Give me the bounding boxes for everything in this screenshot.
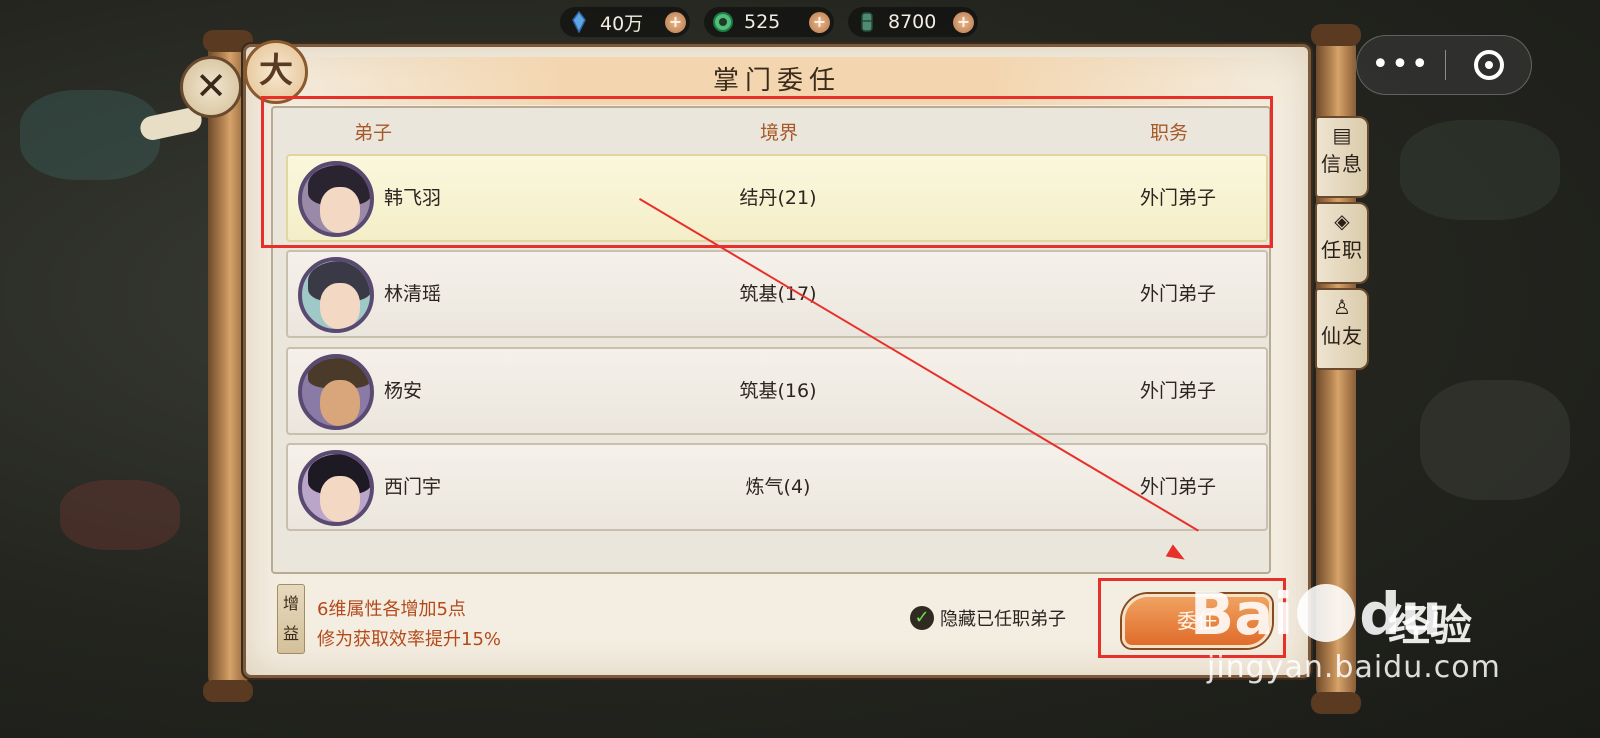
disciple-row[interactable]: 杨安 筑基(16) 外门弟子 — [286, 347, 1268, 435]
checkbox-checked-icon[interactable]: ✓ — [910, 606, 934, 630]
scroll-cap — [203, 680, 253, 702]
disciple-realm: 炼气(4) — [745, 476, 811, 498]
disciple-realm: 筑基(16) — [739, 380, 817, 402]
disciple-duty: 外门弟子 — [1139, 380, 1216, 402]
close-miniprogram-button[interactable] — [1446, 50, 1531, 80]
bg-hill — [1420, 380, 1570, 500]
disciple-row[interactable]: 林清瑶 筑基(17) 外门弟子 — [286, 250, 1268, 338]
resource-jade: 525 + — [704, 7, 834, 37]
tab-info[interactable]: ▤ 信息 — [1315, 116, 1369, 198]
bamboo-wood-icon — [861, 12, 873, 32]
tab-info-label: 信息 — [1321, 152, 1363, 176]
avatar — [298, 354, 374, 430]
spirit-stone-value: 40万 — [600, 12, 644, 35]
bg-tree — [1400, 120, 1560, 220]
disciple-name: 林清瑶 — [384, 283, 442, 305]
add-spirit-stone-button[interactable]: + — [665, 12, 686, 33]
bg-tree — [20, 90, 160, 180]
watermark-url: jingyan.baidu.com — [1207, 650, 1501, 685]
bonus-tag-top: 增 — [282, 594, 299, 613]
add-wood-button[interactable]: + — [953, 12, 974, 33]
resource-wood: 8700 + — [848, 7, 978, 37]
bonus-tag: 增 益 — [277, 584, 305, 654]
avatar-face — [320, 283, 360, 329]
tag-icon: ◈ — [1334, 209, 1350, 233]
disciple-duty: 外门弟子 — [1139, 283, 1216, 305]
spirit-stone-icon — [572, 11, 586, 33]
resource-spirit-stone: 40万 + — [560, 7, 690, 37]
hide-appointed-toggle[interactable]: ✓ 隐藏已任职弟子 — [910, 605, 1066, 631]
avatar-face — [320, 476, 360, 522]
add-jade-button[interactable]: + — [809, 12, 830, 33]
wood-value: 8700 — [888, 11, 937, 33]
disciple-duty: 外门弟子 — [1139, 476, 1216, 498]
tab-appointment[interactable]: ◈ 任职 — [1315, 202, 1369, 284]
jade-value: 525 — [744, 11, 781, 33]
avatar — [298, 450, 374, 526]
bonus-line-1: 6维属性各增加5点 — [317, 599, 466, 620]
disciple-row[interactable]: 西门宇 炼气(4) 外门弟子 — [286, 443, 1268, 531]
tab-appointment-label: 任职 — [1321, 238, 1363, 262]
avatar-face — [320, 380, 360, 426]
disciple-name: 杨安 — [384, 380, 423, 402]
hide-appointed-label: 隐藏已任职弟子 — [940, 609, 1066, 630]
resource-bar: 40万 + 525 + 8700 + — [560, 7, 978, 39]
disciple-name: 西门宇 — [384, 476, 442, 498]
tab-friends-label: 仙友 — [1321, 324, 1363, 348]
jade-ring-icon — [713, 12, 733, 32]
tab-friends[interactable]: ♙ 仙友 — [1315, 288, 1369, 370]
disciple-realm: 筑基(17) — [739, 283, 817, 305]
cat-badge-icon: 大 — [244, 40, 308, 104]
person-icon: ♙ — [1333, 295, 1351, 319]
watermark-jingyan: 经验 — [1388, 601, 1473, 650]
more-menu-button[interactable]: ••• — [1357, 35, 1445, 95]
close-button[interactable]: ✕ — [180, 56, 242, 118]
target-icon — [1473, 50, 1504, 80]
scroll-cap — [1311, 24, 1361, 46]
bg-rock — [60, 480, 180, 550]
document-icon: ▤ — [1332, 123, 1352, 147]
bonus-line-2: 修为获取效率提升15% — [317, 629, 502, 650]
annotation-highlight-row — [261, 96, 1273, 248]
paw-icon — [1297, 584, 1356, 642]
avatar — [298, 257, 374, 333]
watermark-logo-a: Bai — [1190, 580, 1294, 648]
scroll-cap — [1311, 692, 1361, 714]
bonus-tag-bottom: 益 — [282, 624, 299, 643]
miniprogram-capsule: ••• — [1356, 35, 1532, 95]
scroll-rod-left — [208, 40, 248, 688]
